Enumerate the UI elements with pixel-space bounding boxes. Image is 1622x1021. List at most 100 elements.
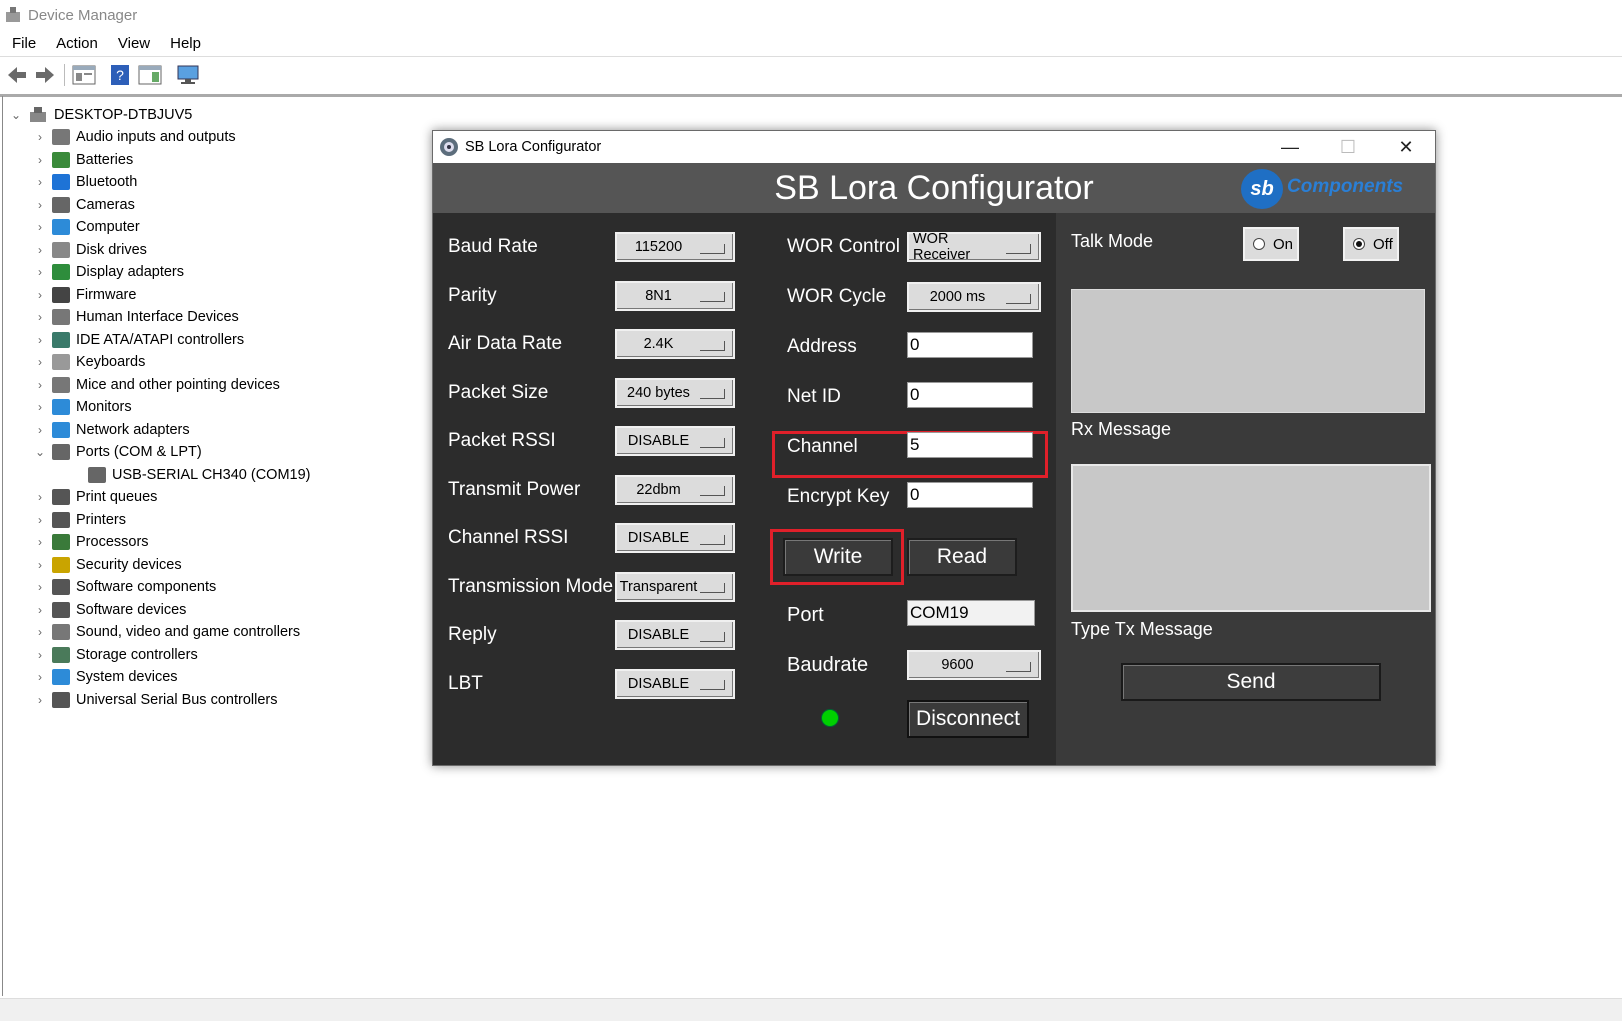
scan-hardware-icon[interactable]: [176, 64, 200, 86]
chevron-right-icon[interactable]: ›: [34, 603, 46, 617]
action-pane-icon[interactable]: [138, 64, 162, 86]
tree-category[interactable]: › Mice and other pointing devices: [34, 374, 280, 396]
chevron-right-icon[interactable]: ›: [34, 288, 46, 302]
talk-mode-on-radio[interactable]: On: [1243, 227, 1299, 261]
encrypt-key-input[interactable]: 0: [907, 482, 1033, 508]
tree-category[interactable]: › Monitors: [34, 396, 132, 418]
wor-control-select[interactable]: WOR Receiver: [907, 231, 1041, 263]
channel-input[interactable]: 5: [907, 432, 1033, 458]
tree-category[interactable]: › Cameras: [34, 194, 135, 216]
chevron-right-icon[interactable]: ›: [34, 198, 46, 212]
talk-mode-off-radio[interactable]: Off: [1343, 227, 1399, 261]
dropdown-arrow-icon: [700, 583, 725, 593]
tree-category[interactable]: › Human Interface Devices: [34, 306, 239, 328]
tree-item-label: Firmware: [76, 286, 137, 303]
chevron-right-icon[interactable]: ›: [34, 153, 46, 167]
wor-cycle-label: WOR Cycle: [787, 286, 887, 307]
chevron-right-icon[interactable]: ›: [34, 513, 46, 527]
tree-category[interactable]: › Storage controllers: [34, 644, 198, 666]
back-arrow-icon[interactable]: [6, 64, 28, 86]
tree-category[interactable]: › Keyboards: [34, 351, 145, 373]
setting-select[interactable]: DISABLE: [615, 426, 735, 456]
tree-root[interactable]: ⌄ DESKTOP-DTBJUV5: [10, 104, 192, 126]
properties-icon[interactable]: [72, 64, 96, 86]
net-id-input[interactable]: 0: [907, 382, 1033, 408]
tree-category[interactable]: › Software components: [34, 576, 216, 598]
chevron-right-icon[interactable]: ›: [34, 130, 46, 144]
tree-category[interactable]: ⌄ Ports (COM & LPT): [34, 441, 202, 463]
bluetooth-icon: [52, 174, 70, 190]
menu-file[interactable]: File: [12, 35, 36, 52]
tree-category[interactable]: › Display adapters: [34, 261, 184, 283]
chevron-right-icon[interactable]: ›: [34, 400, 46, 414]
setting-select[interactable]: 8N1: [615, 280, 735, 311]
tree-category[interactable]: › Print queues: [34, 486, 157, 508]
tree-category[interactable]: › IDE ATA/ATAPI controllers: [34, 329, 244, 351]
chevron-right-icon[interactable]: ›: [34, 243, 46, 257]
port-label: Port: [787, 604, 824, 626]
tree-category[interactable]: › Processors: [34, 531, 149, 553]
chevron-down-icon[interactable]: ⌄: [34, 445, 46, 459]
tree-category[interactable]: › Printers: [34, 509, 126, 531]
chevron-right-icon[interactable]: ›: [34, 378, 46, 392]
disconnect-button[interactable]: Disconnect: [907, 700, 1029, 738]
send-button[interactable]: Send: [1121, 663, 1381, 701]
setting-select[interactable]: 115200: [615, 232, 735, 262]
tree-category[interactable]: › Software devices: [34, 599, 186, 621]
setting-select[interactable]: DISABLE: [615, 668, 735, 699]
minimize-button[interactable]: —: [1261, 131, 1319, 163]
help-icon[interactable]: ?: [110, 64, 130, 86]
chevron-right-icon[interactable]: ›: [34, 648, 46, 662]
chevron-right-icon[interactable]: ›: [34, 175, 46, 189]
tree-child-item[interactable]: USB-SERIAL CH340 (COM19): [70, 464, 311, 486]
setting-label: Air Data Rate: [448, 333, 563, 354]
close-button[interactable]: ✕: [1377, 131, 1435, 163]
chevron-right-icon[interactable]: ›: [34, 333, 46, 347]
baudrate-select[interactable]: 9600: [907, 650, 1041, 680]
tree-category[interactable]: › Batteries: [34, 149, 133, 171]
tree-category[interactable]: › Network adapters: [34, 419, 190, 441]
setting-select[interactable]: 240 bytes: [615, 377, 735, 408]
tree-category[interactable]: › Disk drives: [34, 239, 147, 261]
chevron-right-icon[interactable]: ›: [34, 265, 46, 279]
tree-category[interactable]: › Firmware: [34, 284, 136, 306]
chevron-right-icon[interactable]: ›: [34, 220, 46, 234]
forward-arrow-icon[interactable]: [34, 64, 56, 86]
address-input[interactable]: 0: [907, 332, 1033, 358]
setting-select[interactable]: DISABLE: [615, 523, 735, 553]
setting-select[interactable]: Transparent: [615, 571, 735, 602]
tree-category[interactable]: › Audio inputs and outputs: [34, 126, 236, 148]
rx-message-box[interactable]: [1071, 289, 1425, 413]
chevron-right-icon[interactable]: ›: [34, 535, 46, 549]
read-button[interactable]: Read: [907, 538, 1017, 576]
tx-message-input[interactable]: [1071, 464, 1431, 612]
write-button[interactable]: Write: [783, 538, 893, 576]
wor-cycle-select[interactable]: 2000 ms: [907, 282, 1041, 312]
connection-status-led: [821, 709, 839, 727]
tree-category[interactable]: › System devices: [34, 666, 178, 688]
chevron-right-icon[interactable]: ›: [34, 423, 46, 437]
dropdown-arrow-icon: [700, 534, 725, 545]
chevron-right-icon[interactable]: ›: [34, 355, 46, 369]
chevron-right-icon[interactable]: ›: [34, 558, 46, 572]
setting-select[interactable]: DISABLE: [615, 620, 735, 650]
tree-category[interactable]: › Security devices: [34, 554, 182, 576]
port-input[interactable]: COM19: [907, 600, 1035, 626]
tree-category[interactable]: › Computer: [34, 216, 140, 238]
setting-select[interactable]: 22dbm: [615, 474, 735, 505]
menu-help[interactable]: Help: [170, 35, 201, 52]
tree-category[interactable]: › Sound, video and game controllers: [34, 621, 300, 643]
chevron-right-icon[interactable]: ›: [34, 670, 46, 684]
maximize-button[interactable]: ☐: [1319, 131, 1377, 163]
setting-select[interactable]: 2.4K: [615, 329, 735, 359]
menu-view[interactable]: View: [118, 35, 150, 52]
chevron-right-icon[interactable]: ›: [34, 490, 46, 504]
chevron-right-icon[interactable]: ›: [34, 693, 46, 707]
chevron-right-icon[interactable]: ›: [34, 625, 46, 639]
chevron-right-icon[interactable]: ›: [34, 310, 46, 324]
chevron-right-icon[interactable]: ›: [34, 580, 46, 594]
tree-category[interactable]: › Bluetooth: [34, 171, 137, 193]
menu-action[interactable]: Action: [56, 35, 98, 52]
chevron-down-icon[interactable]: ⌄: [10, 108, 22, 122]
tree-category[interactable]: › Universal Serial Bus controllers: [34, 689, 277, 711]
